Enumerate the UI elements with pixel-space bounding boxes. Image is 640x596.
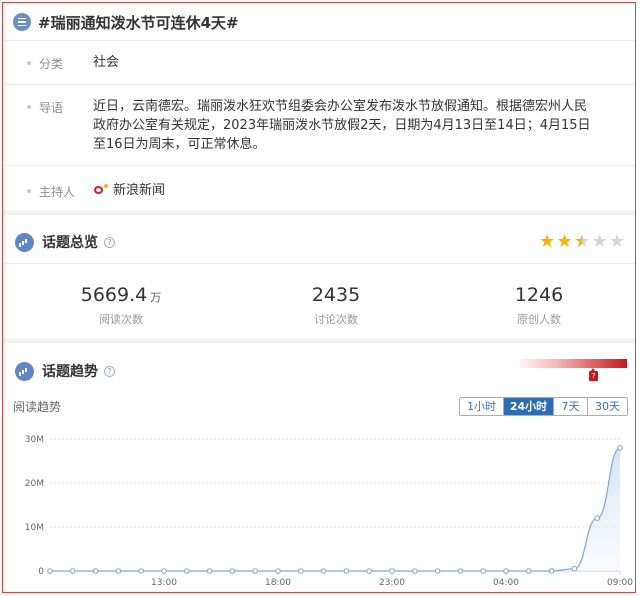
data-point (70, 568, 76, 574)
intro-text: 近日，云南德宏。瑞丽泼水狂欢节组委会办公室发布泼水节放假通知。根据德宏州人民 政… (93, 97, 633, 154)
topic-page: #瑞丽通知泼水节可连休4天# 分类 社会 导语 近日，云南德宏。瑞丽泼水狂欢节组… (2, 2, 636, 593)
stat-read-count: 5669.4 万 阅读次数 (21, 284, 221, 327)
star-icon: ★★ (539, 231, 556, 252)
host-link[interactable]: 新浪新闻 (93, 181, 165, 200)
sina-weibo-logo-icon (93, 184, 108, 195)
data-point (138, 568, 144, 574)
bullet-dot (27, 105, 31, 109)
rating-stars: ★★★★★★★★ (539, 233, 627, 251)
data-point (571, 566, 578, 572)
topic-hash-icon (13, 13, 31, 31)
chart-badge-icon (15, 232, 34, 252)
bullet-dot (27, 189, 31, 193)
host-row: 主持人 新浪新闻 (3, 165, 635, 210)
category-label: 分类 (39, 57, 64, 71)
star-icon: ★ (609, 231, 626, 252)
x-tick-label: 23:00 (379, 578, 405, 588)
data-point (548, 568, 555, 574)
overview-header: 话题总览 ? (15, 232, 115, 252)
category-row: 分类 社会 (3, 40, 635, 84)
overview-section: 话题总览 ? ★★★★★★★★ 5669.4万 阅读次数 2435 讨论次数 1… (3, 215, 635, 338)
data-point (161, 568, 167, 574)
data-point (526, 568, 532, 574)
star-icon: ★ (591, 231, 608, 252)
star-fill: ★ (556, 233, 573, 251)
data-point (47, 568, 53, 574)
y-tick-label: 20M (25, 479, 44, 489)
data-point (480, 568, 487, 574)
stat-label: 讨论次数 (314, 313, 358, 326)
stat-unit: 万 (150, 291, 162, 304)
intro-line: 近日，云南德宏。瑞丽泼水狂欢节组委会办公室发布泼水节放假通知。根据德宏州人民 (93, 99, 588, 114)
stat-value: 5669.4 (80, 284, 148, 306)
chart-badge-icon (15, 361, 34, 381)
stat-label: 阅读次数 (99, 313, 143, 326)
host-name: 新浪新闻 (113, 183, 166, 198)
y-tick-label: 10M (25, 523, 44, 533)
time-range-tabs: 1小时 24小时 7天 30天 (459, 397, 628, 416)
intro-line: 至16日为周末，可正常休息。 (93, 137, 266, 152)
data-point (389, 568, 395, 574)
trend-line (49, 447, 621, 572)
category-value: 社会 (93, 55, 120, 70)
data-point (275, 568, 281, 574)
data-point (503, 568, 509, 574)
data-point (412, 568, 418, 574)
stat-label: 原创人数 (517, 313, 561, 326)
x-tick-label: 09:00 (607, 578, 633, 588)
stat-value-wrap: 5669.4 万 (21, 284, 221, 308)
read-trend-chart: 30M 20M 10M 0 13:00 18:00 23:00 04:00 09:00 (25, 435, 633, 588)
tab-24-hours[interactable]: 24小时 (503, 398, 553, 415)
trend-header: 话题趋势 ? (15, 361, 115, 381)
heat-gradient-bar (520, 359, 627, 368)
topic-info-section: #瑞丽通知泼水节可连休4天# 分类 社会 导语 近日，云南德宏。瑞丽泼水狂欢节组… (3, 3, 635, 210)
data-point (206, 568, 213, 574)
star-icon: ★★ (556, 231, 573, 252)
intro-row: 导语 近日，云南德宏。瑞丽泼水狂欢节组委会办公室发布泼水节放假通知。根据德宏州人… (3, 84, 635, 165)
topic-title-row: #瑞丽通知泼水节可连休4天# (13, 11, 239, 33)
overview-title: 话题总览 (42, 235, 98, 251)
star-icon: ★★ (574, 231, 591, 252)
data-point (617, 445, 623, 451)
data-point (366, 568, 373, 574)
data-point (92, 568, 99, 574)
y-tick-label: 0 (38, 567, 44, 577)
intro-label: 导语 (39, 101, 64, 115)
x-tick-label: 18:00 (265, 578, 291, 588)
tab-30-days[interactable]: 30天 (587, 398, 627, 415)
data-point (229, 568, 236, 574)
help-icon[interactable]: ? (104, 236, 115, 248)
trend-title: 话题趋势 (42, 364, 98, 380)
star-fill: ★ (539, 233, 556, 251)
star-fill: ★ (574, 233, 582, 251)
stat-value: 1246 (514, 284, 564, 306)
read-trend-label: 阅读趋势 (13, 400, 62, 414)
data-point (184, 568, 190, 574)
data-point (298, 568, 304, 574)
divider (3, 263, 635, 264)
trend-area (50, 447, 620, 571)
data-point (434, 568, 441, 574)
stat-value: 2435 (311, 284, 361, 306)
trend-section: 话题趋势 ? 7 阅读趋势 1小时 24小时 7天 30天 30M 20M 10M 0… (3, 343, 635, 592)
x-tick-label: 13:00 (151, 578, 177, 588)
host-label: 主持人 (39, 185, 76, 199)
x-tick-label: 04:00 (493, 578, 519, 588)
stat-original-count: 1246 原创人数 (439, 284, 635, 327)
y-tick-label: 30M (25, 435, 44, 445)
data-point (252, 568, 258, 574)
data-point (594, 515, 601, 521)
tab-1-hour[interactable]: 1小时 (460, 398, 503, 415)
heat-level-marker: 7 (589, 368, 598, 381)
topic-title: #瑞丽通知泼水节可连休4天# (38, 13, 239, 32)
help-icon[interactable]: ? (104, 365, 115, 377)
data-point (115, 568, 122, 574)
data-point (343, 568, 350, 574)
stat-discussion-count: 2435 讨论次数 (236, 284, 436, 327)
data-point (320, 568, 327, 574)
intro-line: 政府办公室有关规定，2023年瑞丽泼水节放假2天，日期为4月13日至14日；4月… (93, 118, 591, 133)
tab-7-days[interactable]: 7天 (553, 398, 587, 415)
bullet-dot (27, 61, 31, 65)
data-point (457, 568, 464, 574)
